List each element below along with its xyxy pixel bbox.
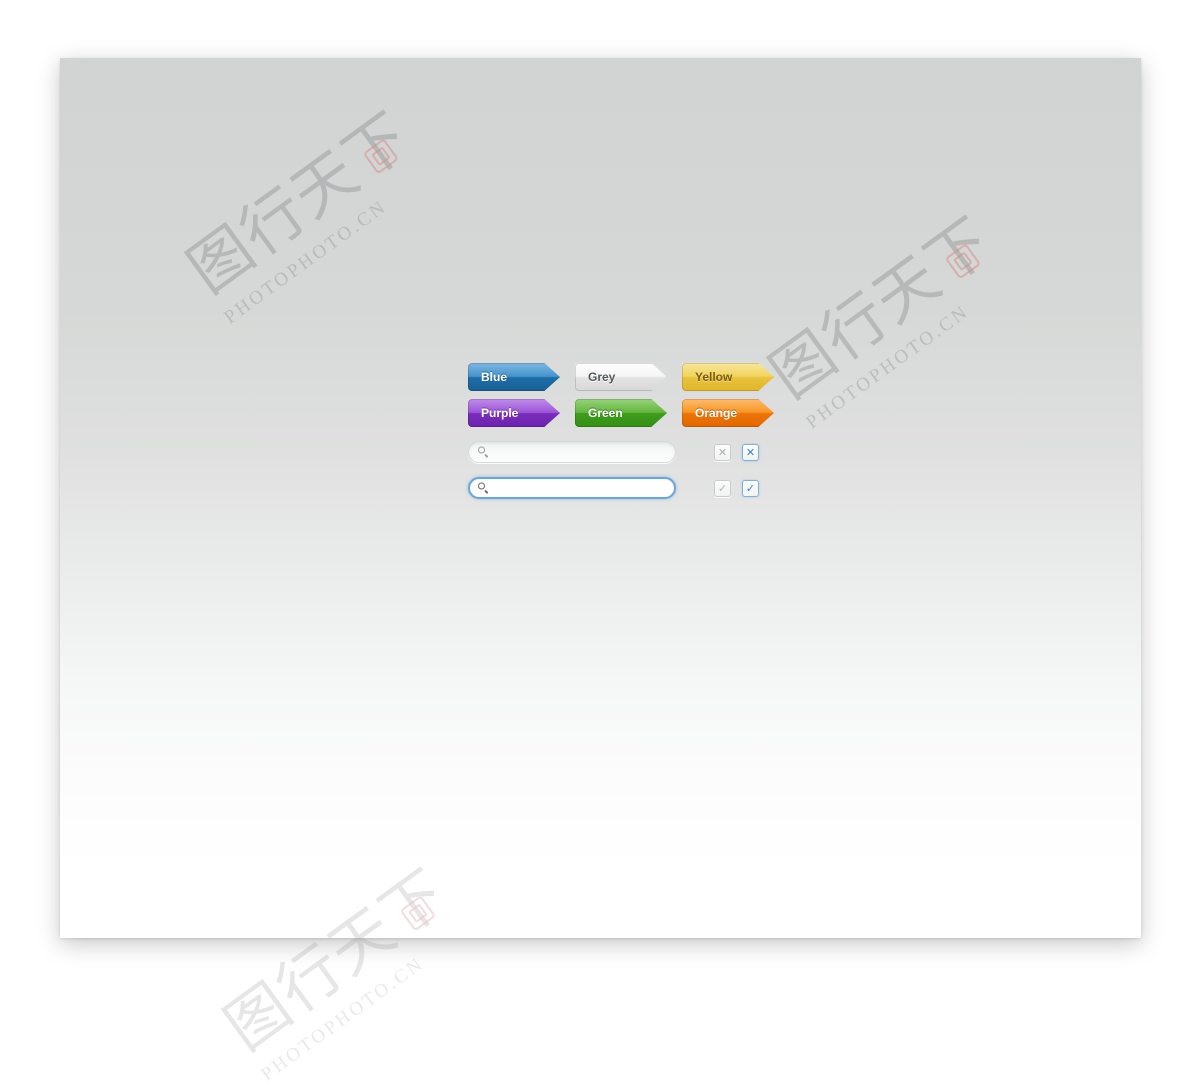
button-grey[interactable]: Grey bbox=[575, 363, 667, 391]
search-input-focused[interactable] bbox=[468, 477, 676, 499]
checkbox-cross-focused[interactable]: ✕ bbox=[742, 443, 759, 461]
button-row-secondary: Purple Green Orange bbox=[468, 399, 808, 427]
seal-stamp-icon bbox=[944, 243, 982, 280]
design-canvas: 图行天下 PHOTOPHOTO.CN 图行天下 PHOTOPHOTO.CN Bl… bbox=[60, 58, 1141, 938]
button-yellow[interactable]: Yellow bbox=[682, 363, 774, 391]
checkbox-cross-default[interactable]: ✕ bbox=[714, 443, 731, 461]
button-shape bbox=[682, 399, 774, 427]
search-box-default bbox=[468, 441, 676, 463]
button-blue[interactable]: Blue bbox=[468, 363, 560, 391]
button-purple[interactable]: Purple bbox=[468, 399, 560, 427]
watermark-glyphs: 图行天下 bbox=[174, 97, 425, 308]
button-shape bbox=[468, 399, 560, 427]
watermark-text: PHOTOPHOTO.CN bbox=[802, 300, 974, 434]
button-green[interactable]: Green bbox=[575, 399, 667, 427]
search-box-focused bbox=[468, 477, 676, 499]
button-shape bbox=[682, 363, 774, 391]
seal-stamp-icon bbox=[362, 138, 400, 175]
search-input-default[interactable] bbox=[468, 441, 676, 463]
watermark-text: PHOTOPHOTO.CN bbox=[257, 952, 429, 1086]
button-shape bbox=[575, 363, 667, 391]
button-row-primary: Blue Grey Yellow bbox=[468, 363, 808, 391]
button-orange[interactable]: Orange bbox=[682, 399, 774, 427]
widget-panel: Blue Grey Yellow Purple Green Orange ✕ ✕… bbox=[468, 363, 808, 499]
checkbox-group-check: ✓ ✓ bbox=[714, 479, 759, 497]
checkbox-check-focused[interactable]: ✓ bbox=[742, 479, 759, 497]
page-stage: 图行天下 PHOTOPHOTO.CN 图行天下 PHOTOPHOTO.CN Bl… bbox=[0, 0, 1200, 1085]
check-icon: ✓ bbox=[717, 481, 728, 495]
button-shape bbox=[468, 363, 560, 391]
cross-icon: ✕ bbox=[717, 445, 728, 459]
field-row-focused: ✓ ✓ bbox=[468, 477, 808, 499]
cross-icon: ✕ bbox=[745, 445, 756, 459]
check-icon: ✓ bbox=[745, 481, 756, 495]
watermark-upper-left: 图行天下 PHOTOPHOTO.CN bbox=[174, 97, 440, 330]
watermark-text: PHOTOPHOTO.CN bbox=[220, 195, 392, 329]
button-shape bbox=[575, 399, 667, 427]
field-row-default: ✕ ✕ bbox=[468, 441, 808, 463]
checkbox-check-default[interactable]: ✓ bbox=[714, 479, 731, 497]
checkbox-group-cross: ✕ ✕ bbox=[714, 443, 759, 461]
